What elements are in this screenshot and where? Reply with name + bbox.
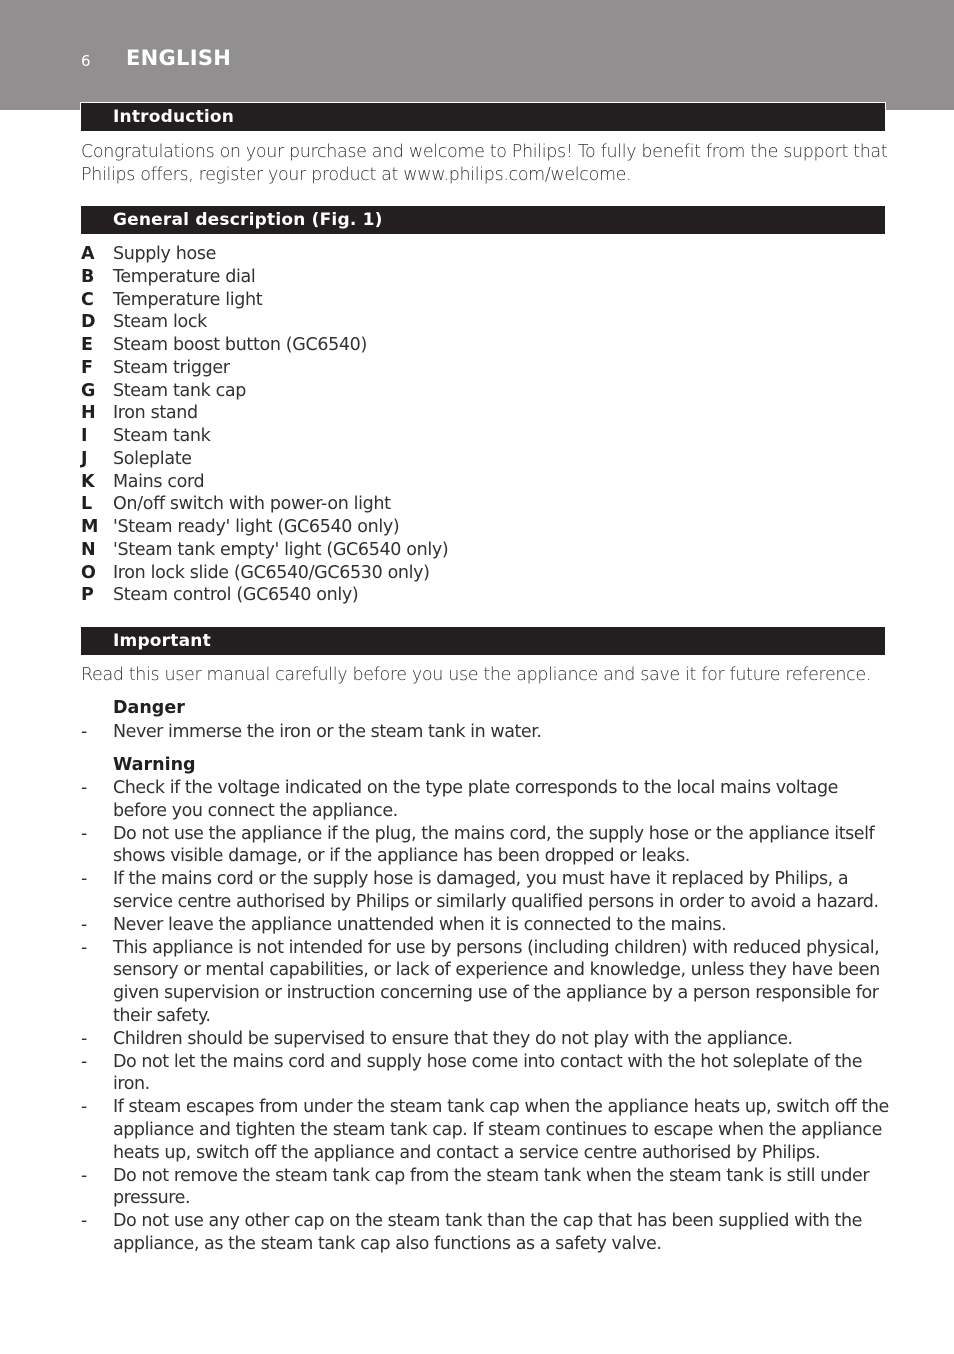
bullet-text: Never immerse the iron or the steam tank…	[113, 722, 542, 742]
bullet-dash: -	[81, 1051, 87, 1072]
part-letter: M	[81, 517, 99, 537]
bullet-item: - Do not use any other cap on the steam t…	[81, 1210, 891, 1256]
part-letter: L	[81, 494, 92, 515]
part-letter: A	[81, 244, 95, 264]
parts-list-item: O Iron lock slide (GC6540/GC6530 only)	[81, 562, 448, 585]
part-label: 'Steam tank empty' light (GC6540 only)	[113, 539, 449, 560]
parts-list-item: F Steam trigger	[81, 357, 448, 380]
part-letter: G	[81, 380, 96, 401]
bullet-item: - Do not use the appliance if the plug, t…	[81, 823, 891, 869]
part-letter: N	[81, 539, 96, 560]
part-label: Steam control (GC6540 only)	[113, 585, 359, 606]
danger-heading: Danger	[113, 698, 185, 718]
part-label: Iron lock slide (GC6540/GC6530 only)	[113, 562, 430, 583]
section-title: General description (Fig. 1)	[113, 210, 383, 230]
part-label: Steam trigger	[113, 357, 230, 378]
part-label: Steam boost button (GC6540)	[113, 335, 367, 355]
bullet-dash: -	[81, 823, 87, 844]
parts-list-item: M 'Steam ready' light (GC6540 only)	[81, 516, 448, 539]
part-label: Steam tank cap	[113, 380, 246, 401]
parts-list-item: J Soleplate	[81, 448, 448, 471]
bullet-item: - Check if the voltage indicated on the t…	[81, 777, 891, 823]
bullet-text: Never leave the appliance unattended whe…	[113, 914, 727, 935]
part-label: Temperature dial	[113, 266, 256, 287]
bullet-text: Do not use any other cap on the steam ta…	[113, 1211, 862, 1254]
part-letter: C	[81, 289, 94, 310]
part-label: On/off switch with power-on light	[113, 494, 391, 515]
bullet-text: Do not remove the steam tank cap from th…	[113, 1165, 870, 1209]
part-label: Supply hose	[113, 244, 217, 264]
part-label: Temperature light	[113, 289, 263, 310]
part-letter: K	[81, 471, 95, 492]
parts-list-item: N 'Steam tank empty' light (GC6540 only)	[81, 539, 449, 562]
part-letter: J	[81, 448, 88, 469]
bullet-item: - Never leave the appliance unattended wh…	[81, 914, 891, 937]
bullet-text: Do not let the mains cord and supply hos…	[113, 1051, 863, 1095]
language-title: ENGLISH	[126, 46, 232, 70]
part-letter: E	[81, 335, 93, 355]
bullet-text: Children should be supervised to ensure …	[113, 1028, 793, 1049]
part-label: Steam lock	[113, 312, 207, 333]
section-title: Important	[113, 631, 211, 651]
parts-list-item: H Iron stand	[81, 402, 448, 425]
parts-list-item: L On/off switch with power-on light	[81, 493, 448, 516]
part-letter: D	[81, 312, 96, 333]
part-letter: O	[81, 562, 96, 583]
bullet-dash: -	[81, 722, 87, 742]
bullet-item: - This appliance is not intended for use …	[81, 937, 891, 1028]
part-letter: F	[81, 357, 93, 378]
bullet-item: - Do not remove the steam tank cap from t…	[81, 1165, 891, 1211]
bullet-text: If steam escapes from under the steam ta…	[113, 1097, 889, 1163]
bullet-dash: -	[81, 1097, 87, 1118]
part-label: Soleplate	[113, 448, 192, 469]
important-text: Read this user manual carefully before y…	[81, 665, 872, 685]
part-letter: I	[81, 426, 88, 446]
parts-list-item: I Steam tank	[81, 425, 448, 448]
parts-list-item: D Steam lock	[81, 311, 448, 334]
part-letter: B	[81, 266, 94, 287]
page-number: 6	[81, 52, 91, 70]
part-letter: P	[81, 585, 94, 606]
parts-list-item: A Supply hose	[81, 243, 448, 266]
parts-list-item: G Steam tank cap	[81, 380, 448, 403]
bullet-item: - Never immerse the iron or the steam tan…	[81, 721, 891, 744]
part-label: Steam tank	[113, 426, 211, 446]
introduction-text: Congratulations on your purchase and wel…	[81, 142, 888, 185]
bullet-dash: -	[81, 778, 87, 798]
part-label: Iron stand	[113, 403, 198, 424]
bullet-item: - If the mains cord or the supply hose is…	[81, 868, 891, 914]
section-title: Introduction	[113, 107, 235, 127]
parts-list: A Supply hose B Temperature dial C Temperatur…	[81, 243, 449, 607]
warning-list: - Check if the voltage indicated on the t…	[81, 777, 891, 1256]
parts-list-item: C Temperature light	[81, 289, 448, 312]
part-letter: H	[81, 403, 96, 424]
warning-heading: Warning	[113, 755, 196, 775]
bullet-text: If the mains cord or the supply hose is …	[113, 869, 879, 912]
bullet-text: Do not use the appliance if the plug, th…	[113, 823, 875, 867]
bullet-dash: -	[81, 914, 87, 935]
part-label: Mains cord	[113, 471, 205, 492]
bullet-text: This appliance is not intended for use b…	[113, 937, 880, 1026]
bullet-dash: -	[81, 1211, 87, 1232]
danger-list: - Never immerse the iron or the steam tan…	[81, 721, 891, 744]
parts-list-item: E Steam boost button (GC6540)	[81, 334, 448, 357]
section-bar-introduction: Introduction	[80, 102, 886, 132]
parts-list-item: P Steam control (GC6540 only)	[81, 584, 448, 607]
bullet-dash: -	[81, 937, 87, 958]
part-label: 'Steam ready' light (GC6540 only)	[113, 517, 400, 537]
parts-list-item: B Temperature dial	[81, 266, 448, 289]
bullet-dash: -	[81, 1165, 87, 1186]
bullet-dash: -	[81, 869, 87, 890]
section-bar-general-description: General description (Fig. 1)	[81, 206, 885, 234]
bullet-item: - If steam escapes from under the steam t…	[81, 1096, 891, 1164]
bullet-text: Check if the voltage indicated on the ty…	[113, 778, 838, 821]
parts-list-item: K Mains cord	[81, 471, 448, 494]
bullet-item: - Do not let the mains cord and supply ho…	[81, 1051, 891, 1097]
bullet-dash: -	[81, 1028, 87, 1049]
section-bar-important: Important	[81, 627, 885, 655]
bullet-item: - Children should be supervised to ensure…	[81, 1028, 891, 1051]
